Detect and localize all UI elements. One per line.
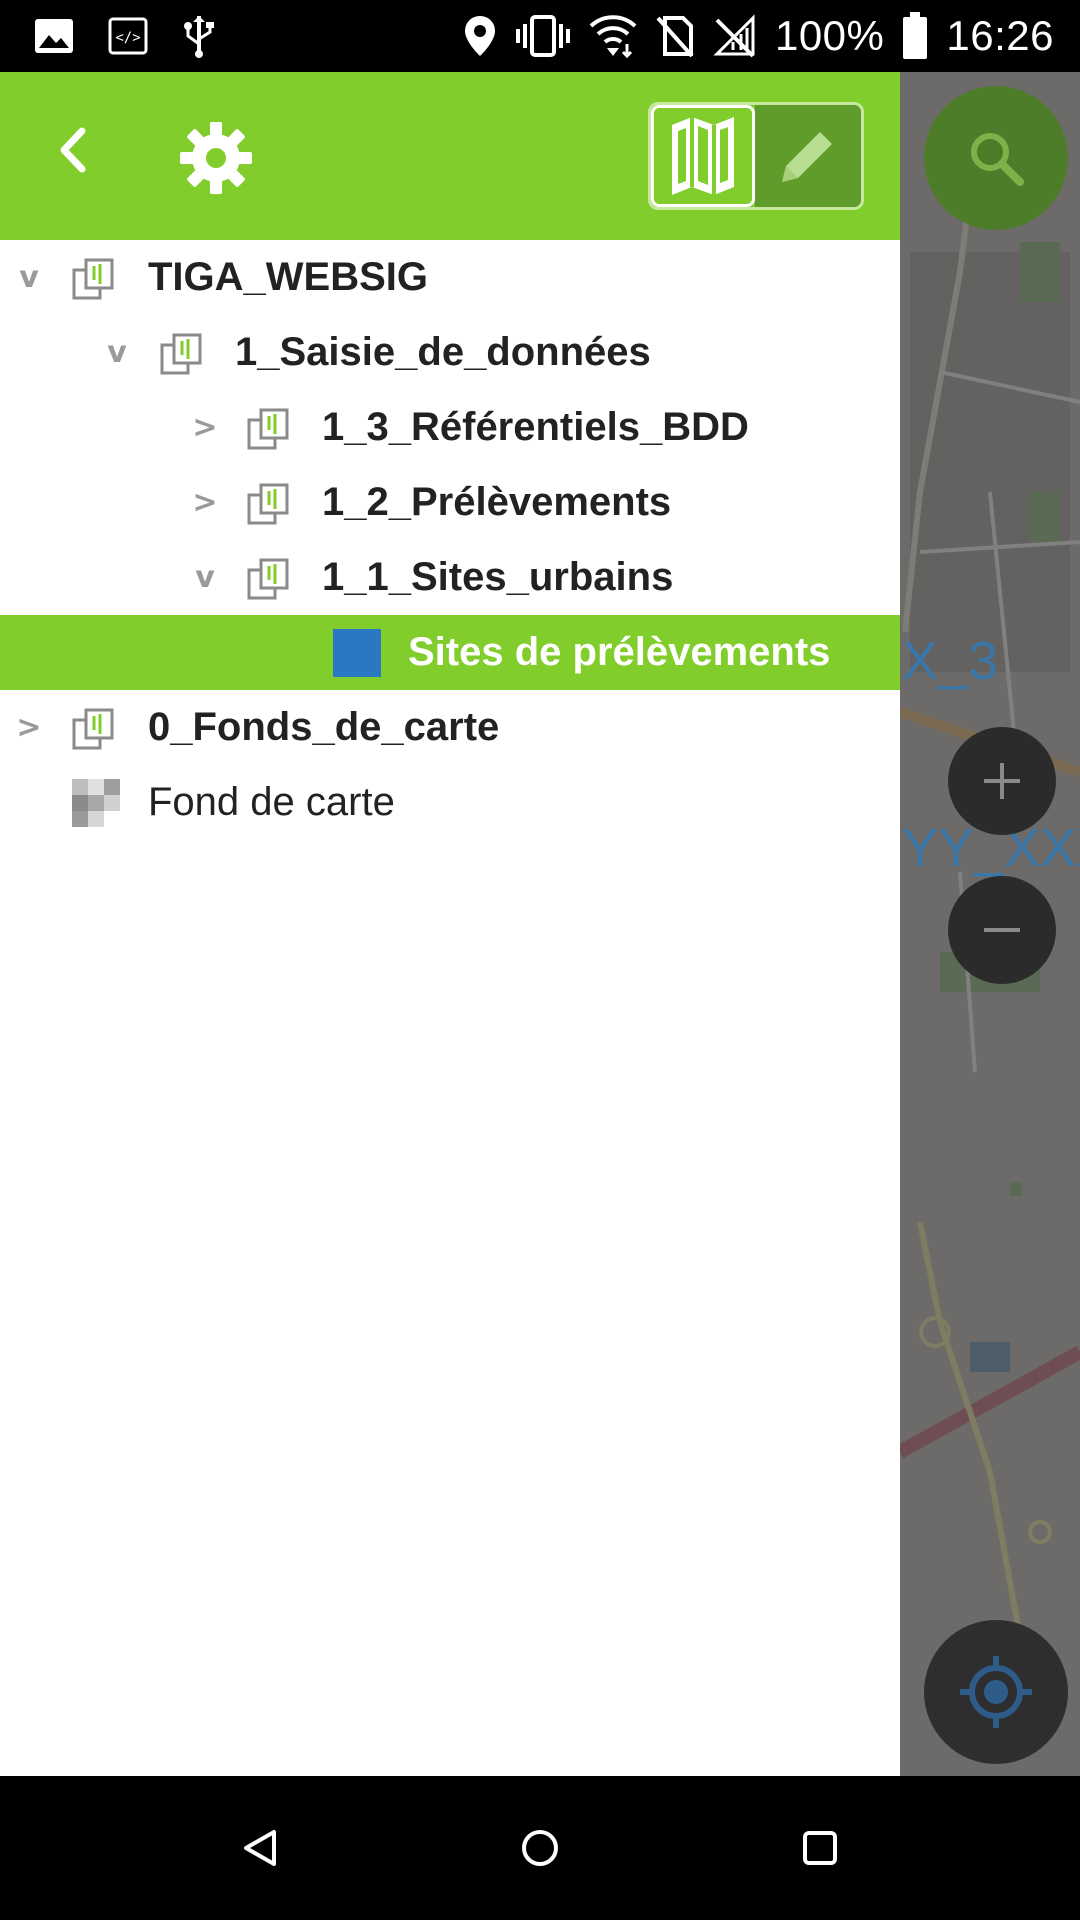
- minus-icon: [984, 928, 1020, 932]
- image-icon: [34, 18, 74, 54]
- map-icon: [672, 117, 734, 195]
- battery-percent: 100%: [774, 12, 885, 59]
- chevron-down-icon[interactable]: v: [190, 560, 220, 595]
- mode-toggle[interactable]: [648, 102, 864, 210]
- layer-group-icon: [247, 408, 289, 449]
- tree-row-label: 1_3_Référentiels_BDD: [322, 405, 749, 449]
- layer-group-icon: [247, 483, 289, 524]
- plus-icon: [984, 763, 1020, 799]
- raster-layer-icon: [72, 778, 120, 827]
- drawer-header: [0, 72, 900, 240]
- map-label-x3: X_3: [902, 631, 999, 691]
- chevron-down-icon[interactable]: v: [14, 260, 44, 295]
- tree-row-label: 0_Fonds_de_carte: [148, 705, 500, 749]
- tree-row-saisie-de-donnees[interactable]: v 1_Saisie_de_données: [0, 315, 900, 390]
- tree-row-label: 1_2_Prélèvements: [322, 480, 672, 524]
- tree-row-sites-urbains[interactable]: v 1_1_Sites_urbains: [0, 540, 900, 615]
- crosshair-icon: [960, 1656, 1032, 1728]
- pencil-icon: [782, 132, 832, 182]
- back-nav-button[interactable]: [224, 1812, 296, 1884]
- layer-color-swatch: [333, 628, 381, 677]
- map-mode-button[interactable]: [651, 105, 755, 207]
- tree-row-label: Fond de carte: [148, 780, 395, 824]
- layer-group-icon: [72, 258, 114, 299]
- square-recents-icon: [803, 1831, 837, 1865]
- zoom-in-button[interactable]: [948, 727, 1056, 835]
- gear-icon: [180, 122, 252, 194]
- usb-icon: [182, 14, 216, 58]
- clock: 16:26: [946, 12, 1054, 59]
- tree-row-fonds-de-carte[interactable]: > 0_Fonds_de_carte: [0, 690, 900, 765]
- tree-row-sites-de-prelevements[interactable]: Sites de prélèvements: [0, 615, 900, 690]
- chevron-right-icon[interactable]: >: [190, 485, 220, 520]
- code-icon: </>: [108, 17, 148, 55]
- location-icon: [463, 14, 497, 58]
- locate-button[interactable]: [924, 1620, 1068, 1764]
- layer-group-icon: [160, 333, 202, 374]
- circle-home-icon: [522, 1830, 558, 1866]
- wifi-icon: [589, 14, 637, 58]
- no-signal-icon: [713, 14, 757, 58]
- tree-row-fond-de-carte[interactable]: Fond de carte: [0, 765, 900, 840]
- layer-group-icon: [247, 558, 289, 599]
- tree-row-tiga-websig[interactable]: v TIGA_WEBSIG: [0, 240, 900, 315]
- navigation-bar: [0, 1776, 1080, 1920]
- chevron-left-icon: [60, 127, 86, 173]
- chevron-right-icon[interactable]: >: [14, 710, 44, 745]
- search-icon: [971, 133, 1024, 186]
- svg-text:</>: </>: [115, 30, 140, 46]
- battery-icon: [902, 12, 928, 60]
- zoom-out-button[interactable]: [948, 876, 1056, 984]
- tree-row-referentiels-bdd[interactable]: > 1_3_Référentiels_BDD: [0, 390, 900, 465]
- chevron-down-icon[interactable]: v: [102, 335, 132, 370]
- edit-mode-button[interactable]: [755, 105, 861, 207]
- settings-button[interactable]: [178, 120, 254, 196]
- tree-row-label: 1_Saisie_de_données: [235, 330, 651, 374]
- triangle-back-icon: [244, 1830, 276, 1866]
- recents-nav-button[interactable]: [784, 1812, 856, 1884]
- tree-row-label: TIGA_WEBSIG: [148, 255, 429, 299]
- home-nav-button[interactable]: [504, 1812, 576, 1884]
- chevron-right-icon[interactable]: >: [190, 410, 220, 445]
- layer-tree: v TIGA_WEBSIG v 1_Saisie_de_données > 1_…: [0, 240, 900, 840]
- tree-row-prelevements[interactable]: > 1_2_Prélèvements: [0, 465, 900, 540]
- vibrate-icon: [515, 14, 571, 58]
- layer-group-icon: [72, 708, 114, 749]
- back-button[interactable]: [44, 118, 100, 182]
- tree-row-label: Sites de prélèvements: [408, 630, 831, 674]
- tree-row-label: 1_1_Sites_urbains: [322, 555, 674, 599]
- layer-drawer: v TIGA_WEBSIG v 1_Saisie_de_données > 1_…: [0, 72, 900, 1776]
- search-button[interactable]: [924, 86, 1068, 230]
- no-sim-icon: [655, 14, 695, 58]
- status-bar: </> 100% 16:26: [0, 0, 1080, 72]
